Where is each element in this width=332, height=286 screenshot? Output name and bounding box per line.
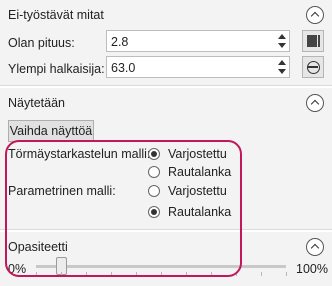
spin-down-icon[interactable]	[278, 69, 286, 74]
section-header-opacity[interactable]: Opasiteetti	[0, 232, 332, 262]
parametric-wireframe-label[interactable]: Rautalanka	[168, 205, 231, 219]
shoulder-length-spinner[interactable]	[276, 32, 288, 50]
collision-wireframe-radio[interactable]	[148, 166, 160, 178]
collision-shaded-label[interactable]: Varjostettu	[168, 147, 227, 161]
diameter-measure-button[interactable]	[302, 56, 324, 78]
slider-tick	[86, 272, 87, 276]
opacity-max-label: 100%	[296, 262, 328, 276]
length-measure-button[interactable]	[302, 30, 324, 52]
slider-tick	[136, 272, 137, 276]
parametric-model-label: Parametrinen malli:	[8, 184, 116, 198]
opacity-slider-track[interactable]	[36, 265, 286, 268]
slider-tick	[36, 272, 37, 276]
opacity-panel: Opasiteetti	[0, 232, 332, 286]
slider-tick	[211, 272, 212, 276]
slider-tick	[161, 272, 162, 276]
spin-up-icon[interactable]	[278, 34, 286, 39]
slider-tick	[61, 272, 62, 276]
slider-tick	[111, 272, 112, 276]
section-title-display: Näytetään	[8, 96, 65, 110]
slider-tick	[261, 272, 262, 276]
upper-diameter-input[interactable]: 63.0	[106, 56, 290, 78]
parametric-shaded-label[interactable]: Varjostettu	[168, 184, 227, 198]
slider-tick	[236, 272, 237, 276]
collapse-display-chevron-up-icon[interactable]	[306, 94, 324, 112]
upper-diameter-label: Ylempi halkaisija:	[8, 62, 105, 76]
upper-diameter-spinner[interactable]	[276, 58, 288, 76]
shoulder-length-input[interactable]: 2.8	[106, 30, 290, 52]
parametric-shaded-radio[interactable]	[148, 185, 160, 197]
collision-shaded-radio[interactable]	[148, 148, 160, 160]
section-title-dimensions: Ei-työstävät mitat	[8, 8, 104, 22]
section-header-display[interactable]: Näytetään	[0, 88, 332, 118]
upper-diameter-value: 63.0	[111, 61, 136, 75]
measure-rect-icon	[307, 35, 317, 47]
spin-down-icon[interactable]	[278, 43, 286, 48]
section-header-dimensions[interactable]: Ei-työstävät mitat	[0, 0, 332, 30]
shoulder-length-label: Olan pituus:	[8, 36, 75, 50]
section-title-opacity: Opasiteetti	[8, 240, 68, 254]
collapse-opacity-chevron-up-icon[interactable]	[306, 238, 324, 256]
shoulder-length-value: 2.8	[111, 35, 129, 49]
parametric-wireframe-radio[interactable]	[148, 206, 160, 218]
spin-up-icon[interactable]	[278, 60, 286, 65]
diameter-circle-icon	[307, 61, 320, 74]
collision-wireframe-label[interactable]: Rautalanka	[168, 165, 231, 179]
measure-bracket-icon	[318, 35, 320, 47]
collapse-dimensions-chevron-up-icon[interactable]	[306, 6, 324, 24]
slider-tick	[286, 272, 287, 276]
switch-view-button[interactable]: Vaihda näyttöä	[8, 120, 94, 142]
slider-tick	[186, 272, 187, 276]
opacity-min-label: 0%	[8, 262, 27, 276]
non-machining-dimensions-panel: Ei-työstävät mitat Olan pituus: 2.8 Ylem…	[0, 0, 332, 86]
collision-model-label: Törmäystarkastelun malli:	[8, 147, 151, 161]
